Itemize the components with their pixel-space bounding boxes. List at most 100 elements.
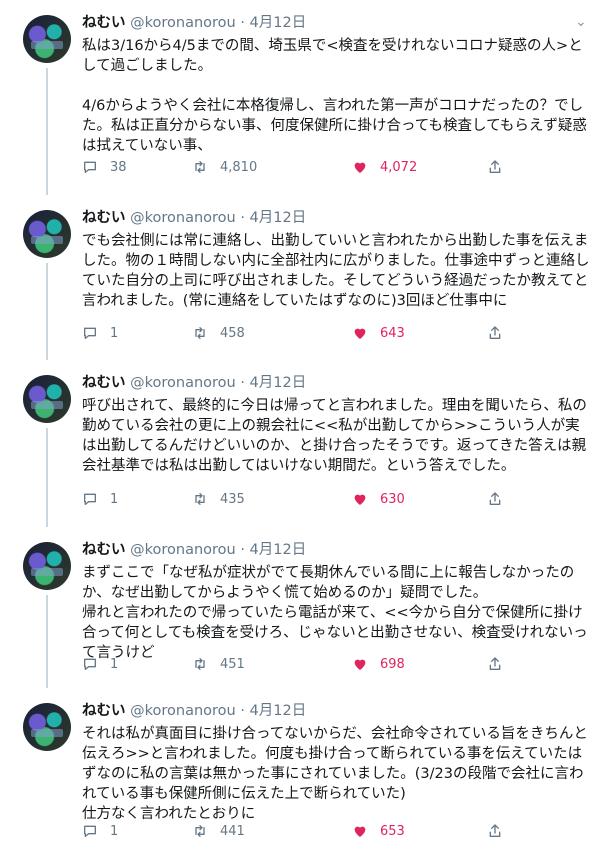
user-handle[interactable]: @koronanorou	[130, 375, 236, 391]
avatar[interactable]	[23, 210, 71, 258]
separator: ·	[240, 15, 245, 31]
reply-count: 38	[110, 159, 127, 175]
separator: ·	[240, 375, 245, 391]
retweet-count: 451	[220, 656, 245, 672]
user-handle[interactable]: @koronanorou	[130, 703, 236, 719]
retweet-icon	[195, 825, 205, 837]
like-count: 653	[380, 823, 405, 839]
like-button[interactable]: 4,072	[352, 159, 417, 175]
reply-button[interactable]: 1	[82, 325, 118, 341]
tweet-header: ねむい @koronanorou · 4月12日	[82, 13, 306, 33]
share-icon	[489, 160, 501, 173]
thread-line	[46, 263, 48, 360]
like-button[interactable]: 653	[352, 823, 405, 839]
user-handle[interactable]: @koronanorou	[130, 210, 236, 226]
like-count: 643	[380, 325, 405, 341]
retweet-count: 458	[220, 325, 245, 341]
retweet-button[interactable]: 451	[192, 656, 245, 672]
separator: ·	[240, 210, 245, 226]
tweet[interactable]: ねむい @koronanorou · 4月12日 まずここで「なぜ私が症状がでて…	[0, 527, 614, 688]
tweet-text: 私は3/16から4/5までの間、埼玉県で<検査を受けれないコロナ疑惑の人>として…	[82, 38, 587, 154]
tweet[interactable]: ねむい @koronanorou · 4月12日 でも会社側には常に連絡し、出勤…	[0, 195, 614, 360]
like-count: 4,072	[380, 159, 418, 175]
retweet-count: 435	[220, 491, 245, 507]
user-name[interactable]: ねむい	[82, 703, 126, 719]
tweet-actions: 1 435 630	[82, 491, 602, 511]
share-icon	[489, 492, 501, 505]
share-icon	[489, 326, 501, 339]
retweet-button[interactable]: 435	[192, 491, 245, 507]
share-button[interactable]	[487, 656, 503, 672]
user-name[interactable]: ねむい	[82, 210, 126, 226]
tweet-header: ねむい @koronanorou · 4月12日	[82, 701, 306, 721]
reply-button[interactable]: 1	[82, 491, 118, 507]
tweet[interactable]: ねむい @koronanorou · 4月12日 それは私が真面目に掛け合ってな…	[0, 688, 614, 839]
tweet[interactable]: ねむい @koronanorou · 4月12日 呼び出されて、最終的に今日は帰…	[0, 360, 614, 527]
reply-count: 1	[110, 325, 119, 341]
tweet[interactable]: ねむい @koronanorou · 4月12日 ⌄ 私は3/16から4/5まで…	[0, 0, 614, 195]
like-count: 698	[380, 656, 405, 672]
thread-line	[46, 595, 48, 688]
reply-count: 1	[110, 491, 119, 507]
user-handle[interactable]: @koronanorou	[130, 542, 236, 558]
separator: ·	[240, 703, 245, 719]
tweet-date[interactable]: 4月12日	[250, 15, 307, 31]
avatar[interactable]	[23, 15, 71, 63]
tweet-date[interactable]: 4月12日	[250, 375, 307, 391]
share-button[interactable]	[487, 159, 503, 175]
retweet-button[interactable]: 441	[192, 823, 245, 839]
retweet-icon	[195, 658, 205, 670]
tweet-date[interactable]: 4月12日	[250, 542, 307, 558]
reply-icon	[84, 327, 96, 339]
tweet-header: ねむい @koronanorou · 4月12日	[82, 540, 306, 560]
retweet-button[interactable]: 458	[192, 325, 245, 341]
tweet-date[interactable]: 4月12日	[250, 703, 307, 719]
reply-button[interactable]: 1	[82, 656, 118, 672]
reply-count: 1	[110, 823, 119, 839]
user-handle[interactable]: @koronanorou	[130, 15, 236, 31]
tweet-text: それは私が真面目に掛け合ってないからだ、会社命令されている旨をきちんと伝えろ>>…	[82, 726, 588, 822]
tweet-text: まずここで「なぜ私が症状がでて長期休んでいる間に上に報告しなかったのか、なぜ出勤…	[82, 565, 588, 661]
reply-button[interactable]: 38	[82, 159, 127, 175]
retweet-count: 4,810	[220, 159, 258, 175]
like-button[interactable]: 698	[352, 656, 405, 672]
thread-line	[46, 428, 48, 527]
tweet-actions: 38 4,810 4,072	[82, 159, 602, 179]
thread-line	[46, 68, 48, 195]
like-button[interactable]: 630	[352, 491, 405, 507]
tweet-date[interactable]: 4月12日	[250, 210, 307, 226]
tweet-text: 呼び出されて、最終的に今日は帰ってと言われました。理由を聞いたら、私の勤めている…	[82, 398, 587, 474]
share-button[interactable]	[487, 491, 503, 507]
reply-icon	[84, 825, 96, 837]
reply-icon	[84, 658, 96, 670]
like-button[interactable]: 643	[352, 325, 405, 341]
avatar[interactable]	[23, 542, 71, 590]
separator: ·	[240, 542, 245, 558]
share-button[interactable]	[487, 823, 503, 839]
retweet-count: 441	[220, 823, 245, 839]
reply-icon	[84, 161, 96, 173]
user-name[interactable]: ねむい	[82, 15, 126, 31]
like-count: 630	[380, 491, 405, 507]
heart-icon	[354, 494, 366, 505]
share-icon	[489, 824, 501, 837]
reply-count: 1	[110, 656, 119, 672]
heart-icon	[354, 659, 366, 670]
avatar[interactable]	[23, 375, 71, 423]
retweet-icon	[195, 493, 205, 505]
user-name[interactable]: ねむい	[82, 375, 126, 391]
retweet-icon	[195, 327, 205, 339]
tweet-actions: 1 441 653	[82, 823, 602, 843]
share-button[interactable]	[487, 325, 503, 341]
heart-icon	[354, 328, 366, 339]
chevron-down-icon[interactable]: ⌄	[575, 14, 587, 30]
tweet-header: ねむい @koronanorou · 4月12日	[82, 208, 306, 228]
tweet-actions: 1 451 698	[82, 656, 602, 676]
tweet-actions: 1 458 643	[82, 325, 602, 345]
retweet-button[interactable]: 4,810	[192, 159, 257, 175]
reply-button[interactable]: 1	[82, 823, 118, 839]
heart-icon	[354, 162, 366, 173]
retweet-icon	[195, 161, 205, 173]
avatar[interactable]	[23, 703, 71, 751]
user-name[interactable]: ねむい	[82, 542, 126, 558]
